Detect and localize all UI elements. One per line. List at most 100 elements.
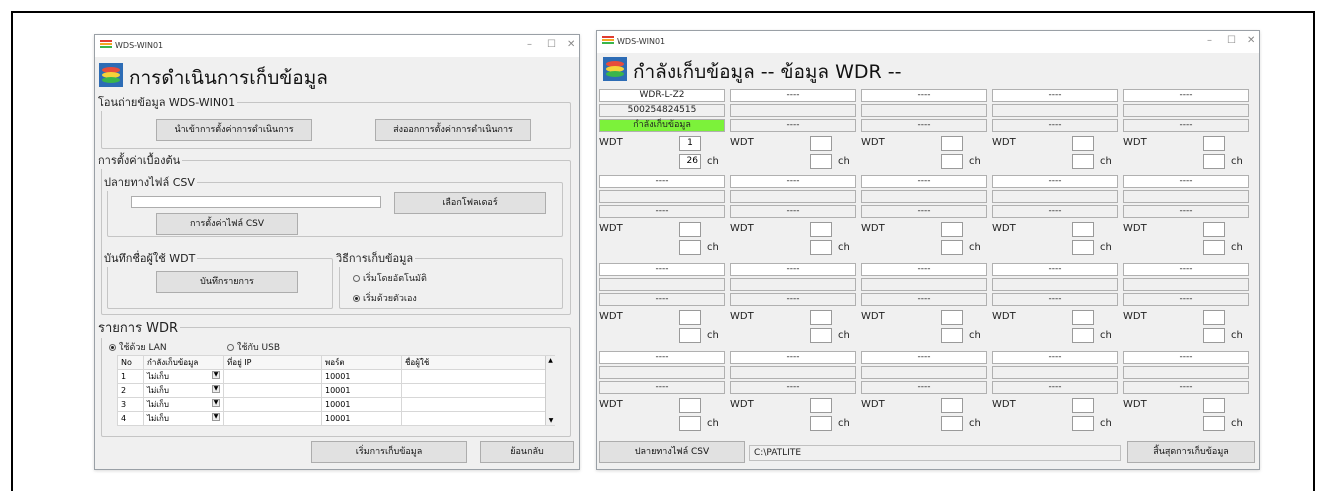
wdt-count-field xyxy=(941,136,963,151)
wdr-cell: ---- ---- WDT ch xyxy=(992,263,1118,349)
select-folder-button[interactable]: เลือกโฟลเดอร์ xyxy=(394,192,546,214)
channel-label: ch xyxy=(838,242,850,253)
row-user[interactable] xyxy=(401,383,555,398)
record-list-button[interactable]: บันทึกรายการ xyxy=(156,271,298,293)
channel-field xyxy=(679,240,701,255)
wdr-name-box: ---- xyxy=(730,263,856,276)
wdt-label: WDT xyxy=(730,399,754,410)
row-ip[interactable] xyxy=(223,411,322,426)
wdt-count-field: 1 xyxy=(679,136,701,151)
channel-field xyxy=(941,240,963,255)
wdr-cell: ---- ---- WDT ch xyxy=(861,263,987,349)
column-header-user: ชื่อผู้ใช้ xyxy=(401,355,555,370)
wdr-name-box: ---- xyxy=(599,263,725,276)
scroll-down-icon[interactable]: ▼ xyxy=(546,416,556,425)
scroll-up-icon[interactable]: ▲ xyxy=(546,356,555,365)
column-header-ip: ที่อยู่ IP xyxy=(223,355,322,370)
wdr-serial-box xyxy=(599,278,725,291)
wdr-list-legend: รายการ WDR xyxy=(96,317,181,338)
back-button[interactable]: ย้อนกลับ xyxy=(480,441,574,463)
row-port[interactable]: 10001 xyxy=(321,411,402,426)
table-row[interactable]: 2 ไม่เก็บ ▼ 10001 xyxy=(117,383,555,398)
wdr-status-box: ---- xyxy=(730,381,856,394)
dropdown-arrow-icon[interactable]: ▼ xyxy=(212,371,220,379)
wdr-serial-box xyxy=(861,366,987,379)
row-status-select[interactable]: ไม่เก็บ ▼ xyxy=(143,411,224,426)
wdr-cell: ---- ---- WDT ch xyxy=(992,89,1118,175)
usb-radio[interactable]: ใช้กับ USB xyxy=(227,340,280,354)
row-ip[interactable] xyxy=(223,369,322,384)
row-status-value: ไม่เก็บ xyxy=(147,386,169,395)
csv-settings-button[interactable]: การตั้งค่าไฟล์ CSV xyxy=(156,213,298,235)
wdr-status-box: ---- xyxy=(861,205,987,218)
wdr-cell: ---- ---- WDT ch xyxy=(730,89,856,175)
lan-radio[interactable]: ใช้ด้วย LAN xyxy=(109,340,167,354)
table-scrollbar[interactable]: ▲ ▼ xyxy=(545,356,555,425)
channel-field xyxy=(1203,240,1225,255)
wdt-count-field xyxy=(941,398,963,413)
wdr-cell: ---- ---- WDT ch xyxy=(730,351,856,437)
dropdown-arrow-icon[interactable]: ▼ xyxy=(212,399,220,407)
wdt-label: WDT xyxy=(861,399,885,410)
row-user[interactable] xyxy=(401,411,555,426)
row-ip[interactable] xyxy=(223,397,322,412)
radio-selected-icon xyxy=(109,344,116,351)
channel-field xyxy=(941,328,963,343)
wdr-cell: ---- ---- WDT ch xyxy=(599,351,725,437)
start-collection-button[interactable]: เริ่มการเก็บข้อมูล xyxy=(311,441,467,463)
dropdown-arrow-icon[interactable]: ▼ xyxy=(212,385,220,393)
usb-label: ใช้กับ USB xyxy=(237,343,281,353)
wdr-serial-box xyxy=(730,278,856,291)
radio-circle-icon xyxy=(353,275,360,282)
wdr-status-box: ---- xyxy=(1123,293,1249,306)
csv-path-field[interactable] xyxy=(131,196,381,208)
row-port[interactable]: 10001 xyxy=(321,369,402,384)
maximize-button[interactable]: ☐ xyxy=(1227,35,1236,46)
table-row[interactable]: 1 ไม่เก็บ ▼ 10001 xyxy=(117,369,555,384)
wdr-status-box: ---- xyxy=(599,293,725,306)
row-status-select[interactable]: ไม่เก็บ ▼ xyxy=(143,397,224,412)
row-port[interactable]: 10001 xyxy=(321,383,402,398)
app-logo-icon xyxy=(602,36,614,44)
wdt-label: WDT xyxy=(730,137,754,148)
dropdown-arrow-icon[interactable]: ▼ xyxy=(212,413,220,421)
close-button[interactable]: ✕ xyxy=(1247,35,1255,46)
wdr-serial-box xyxy=(861,278,987,291)
table-row[interactable]: 3 ไม่เก็บ ▼ 10001 xyxy=(117,397,555,412)
wdt-label: WDT xyxy=(1123,137,1147,148)
import-settings-button[interactable]: นำเข้าการตั้งค่าการดำเนินการ xyxy=(156,119,312,141)
row-user[interactable] xyxy=(401,397,555,412)
wdt-user-legend: บันทึกชื่อผู้ใช้ WDT xyxy=(102,249,198,267)
wdr-status-box: ---- xyxy=(730,293,856,306)
auto-start-radio[interactable]: เริ่มโดยอัตโนมัติ xyxy=(353,271,427,285)
channel-field xyxy=(1072,328,1094,343)
maximize-button[interactable]: ☐ xyxy=(547,39,556,50)
minimize-button[interactable]: – xyxy=(1207,35,1212,46)
end-collection-button[interactable]: สิ้นสุดการเก็บข้อมูล xyxy=(1127,441,1255,463)
manual-start-radio[interactable]: เริ่มด้วยตัวเอง xyxy=(353,291,417,305)
wdr-name-box: ---- xyxy=(599,351,725,364)
row-port[interactable]: 10001 xyxy=(321,397,402,412)
csv-destination-button[interactable]: ปลายทางไฟล์ CSV xyxy=(599,441,745,463)
wdr-name-box: ---- xyxy=(861,263,987,276)
row-ip[interactable] xyxy=(223,383,322,398)
channel-field xyxy=(679,416,701,431)
row-status-select[interactable]: ไม่เก็บ ▼ xyxy=(143,369,224,384)
channel-field xyxy=(941,416,963,431)
channel-field xyxy=(810,240,832,255)
window-title: WDS-WIN01 xyxy=(115,41,164,50)
row-no: 4 xyxy=(117,411,144,426)
wdr-name-box: ---- xyxy=(599,175,725,188)
row-user[interactable] xyxy=(401,369,555,384)
close-button[interactable]: ✕ xyxy=(567,39,575,50)
export-settings-button[interactable]: ส่งออกการตั้งค่าการดำเนินการ xyxy=(375,119,531,141)
table-row[interactable]: 4 ไม่เก็บ ▼ 10001 xyxy=(117,411,555,426)
wdr-status-box: ---- xyxy=(861,293,987,306)
wdr-cell: ---- ---- WDT ch xyxy=(730,263,856,349)
row-no: 1 xyxy=(117,369,144,384)
wdr-name-box: ---- xyxy=(861,89,987,102)
row-status-select[interactable]: ไม่เก็บ ▼ xyxy=(143,383,224,398)
wdr-serial-box xyxy=(992,104,1118,117)
column-header-status: กำลังเก็บข้อมูล xyxy=(143,355,224,370)
minimize-button[interactable]: – xyxy=(527,39,532,50)
